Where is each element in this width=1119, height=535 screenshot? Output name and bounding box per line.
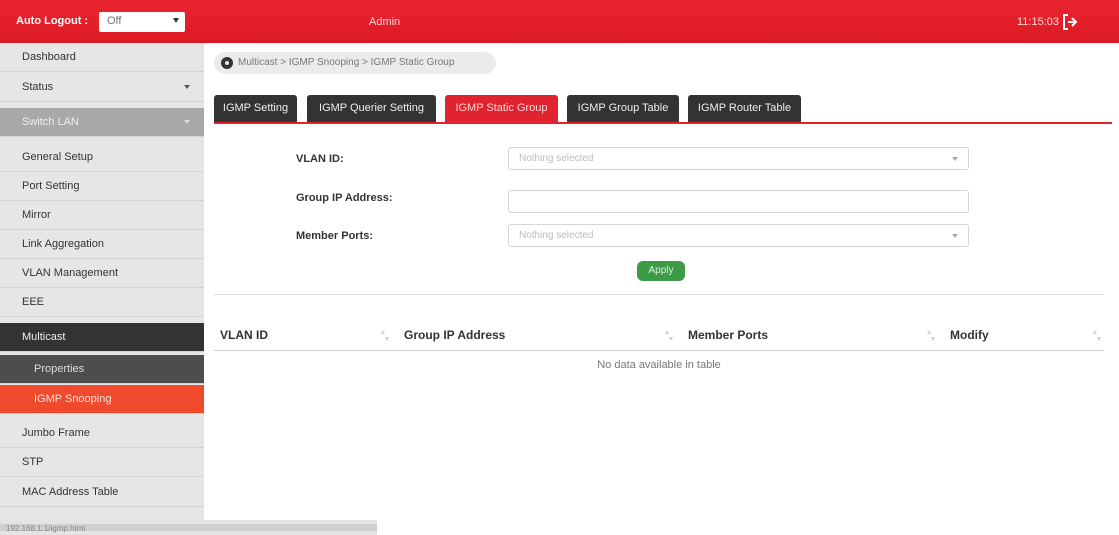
- sidebar-item-label: VLAN Management: [22, 267, 118, 279]
- member-ports-label: Member Ports:: [296, 230, 374, 242]
- location-pin-icon: [221, 57, 233, 69]
- sidebar-item-properties[interactable]: Properties: [0, 355, 204, 384]
- table-header-divider: [214, 350, 1104, 351]
- sidebar-item-status[interactable]: Status: [0, 73, 204, 102]
- group-ip-input[interactable]: [508, 190, 969, 213]
- sidebar-item-jumbo-frame[interactable]: Jumbo Frame: [0, 419, 204, 448]
- tab-label: IGMP Setting: [222, 102, 289, 114]
- chevron-down-icon: [952, 157, 958, 161]
- column-header-member-ports[interactable]: Member Ports: [688, 328, 768, 342]
- vlan-id-label: VLAN ID:: [296, 153, 344, 165]
- sidebar-item-label: MAC Address Table: [22, 486, 119, 498]
- sidebar-item-eee[interactable]: EEE: [0, 288, 204, 317]
- sidebar-item-label: Switch LAN: [22, 116, 79, 128]
- chevron-down-icon: [952, 234, 958, 238]
- tab-igmp-querier-setting[interactable]: IGMP Querier Setting: [307, 95, 436, 122]
- sidebar: Dashboard Status Switch LAN General Setu…: [0, 43, 377, 535]
- tab-label: IGMP Router Table: [697, 102, 792, 114]
- sidebar-item-label: Dashboard: [22, 51, 76, 63]
- sidebar-item-label: EEE: [22, 296, 45, 308]
- vlan-id-value: Nothing selected: [519, 153, 594, 164]
- username: Admin: [369, 16, 401, 28]
- group-ip-label: Group IP Address:: [296, 192, 393, 204]
- tab-igmp-static-group[interactable]: IGMP Static Group: [445, 95, 558, 122]
- tab-igmp-setting[interactable]: IGMP Setting: [214, 95, 297, 122]
- sidebar-item-label: General Setup: [22, 151, 93, 163]
- chevron-down-icon: [184, 120, 190, 124]
- sidebar-item-vlan-management[interactable]: VLAN Management: [0, 259, 204, 288]
- sidebar-item-label: IGMP Snooping: [34, 393, 112, 405]
- breadcrumb-text: Multicast > IGMP Snooping > IGMP Static …: [238, 57, 455, 68]
- tab-igmp-group-table[interactable]: IGMP Group Table: [567, 95, 679, 122]
- sidebar-item-general-setup[interactable]: General Setup: [0, 143, 204, 172]
- top-bar: Auto Logout : Off Admin 11:15:03: [0, 0, 1119, 43]
- sidebar-item-label: Properties: [34, 363, 85, 375]
- auto-logout-value: Off: [107, 15, 122, 27]
- tab-bar: IGMP Setting IGMP Querier Setting IGMP S…: [214, 95, 1112, 124]
- sort-icon[interactable]: [665, 330, 673, 342]
- sort-icon[interactable]: [927, 330, 935, 342]
- breadcrumb: Multicast > IGMP Snooping > IGMP Static …: [214, 52, 496, 74]
- tab-label: IGMP Querier Setting: [319, 102, 424, 114]
- sidebar-item-label: Jumbo Frame: [22, 427, 90, 439]
- sidebar-item-stp[interactable]: STP: [0, 448, 204, 477]
- status-bar-text: 192.168.1.1/igmp.html: [6, 524, 86, 533]
- column-header-vlan-id[interactable]: VLAN ID: [220, 328, 268, 342]
- auto-logout-select[interactable]: Off: [99, 12, 185, 32]
- sidebar-item-mirror[interactable]: Mirror: [0, 201, 204, 230]
- auto-logout-label: Auto Logout :: [16, 15, 89, 27]
- vlan-id-select[interactable]: Nothing selected: [508, 147, 969, 170]
- divider: [214, 294, 1104, 295]
- sidebar-item-port-setting[interactable]: Port Setting: [0, 172, 204, 201]
- tab-label: IGMP Group Table: [577, 102, 669, 114]
- sidebar-item-switch-lan[interactable]: Switch LAN: [0, 108, 204, 137]
- sidebar-item-label: Link Aggregation: [22, 238, 104, 250]
- column-header-group-ip[interactable]: Group IP Address: [404, 328, 505, 342]
- tab-igmp-router-table[interactable]: IGMP Router Table: [688, 95, 801, 122]
- sidebar-item-link-aggregation[interactable]: Link Aggregation: [0, 230, 204, 259]
- sidebar-item-mac-address-table[interactable]: MAC Address Table: [0, 478, 204, 507]
- chevron-down-icon: [173, 18, 179, 23]
- sort-icon[interactable]: [381, 330, 389, 342]
- sidebar-item-label: Port Setting: [22, 180, 80, 192]
- sort-icon[interactable]: [1093, 330, 1101, 342]
- tab-label: IGMP Static Group: [455, 102, 548, 114]
- member-ports-value: Nothing selected: [519, 230, 594, 241]
- sidebar-item-label: Mirror: [22, 209, 51, 221]
- sidebar-item-label: Status: [22, 81, 54, 93]
- sidebar-item-label: Multicast: [22, 331, 66, 343]
- sidebar-item-dashboard[interactable]: Dashboard: [0, 43, 204, 72]
- clock: 11:15:03: [1017, 16, 1060, 28]
- column-header-modify[interactable]: Modify: [950, 328, 989, 342]
- chevron-down-icon: [184, 85, 190, 89]
- sidebar-item-label: STP: [22, 456, 44, 468]
- logout-icon[interactable]: [1061, 13, 1079, 31]
- member-ports-select[interactable]: Nothing selected: [508, 224, 969, 247]
- table-empty-message: No data available in table: [597, 359, 721, 371]
- apply-button[interactable]: Apply: [637, 261, 685, 281]
- sidebar-item-igmp-snooping[interactable]: IGMP Snooping: [0, 385, 204, 414]
- sidebar-item-multicast[interactable]: Multicast: [0, 323, 204, 352]
